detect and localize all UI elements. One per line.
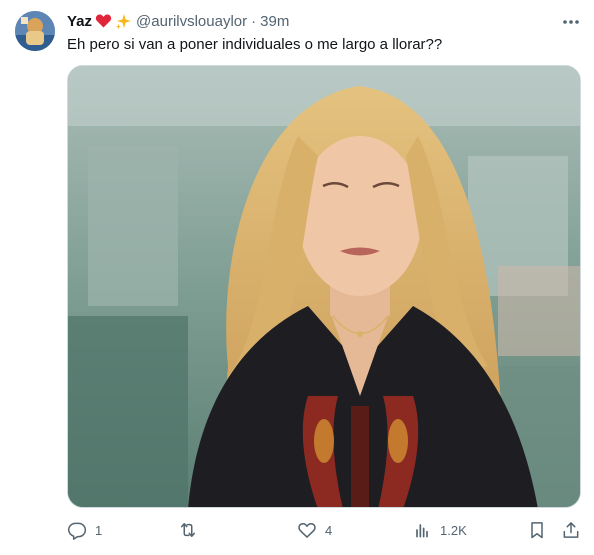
tweet-actions: 1 4 1.2K	[67, 517, 581, 543]
tweet-header: Yaz @aurilvslouaylor · 39m	[67, 11, 289, 31]
views-count: 1.2K	[440, 522, 467, 538]
more-icon	[563, 20, 579, 24]
timestamp[interactable]: 39m	[260, 13, 289, 30]
tweet-card: Yaz @aurilvslouaylor · 39m Eh pero si va…	[0, 0, 594, 555]
avatar-image	[15, 11, 55, 51]
tweet-media-photo[interactable]	[67, 65, 581, 508]
author-name[interactable]: Yaz	[67, 13, 92, 30]
tweet-text: Eh pero si van a poner individuales o me…	[67, 36, 443, 53]
more-options-button[interactable]	[559, 12, 583, 32]
bookmark-button[interactable]	[527, 517, 547, 543]
retweet-button[interactable]	[178, 517, 206, 543]
heart-icon	[298, 523, 316, 538]
red-heart-icon	[95, 13, 112, 29]
separator-dot: ·	[251, 12, 257, 30]
retweet-icon	[181, 523, 195, 537]
sparkles-icon	[115, 13, 132, 30]
reply-icon	[67, 522, 87, 540]
bookmark-icon	[531, 522, 543, 539]
reply-count: 1	[95, 522, 103, 538]
avatar[interactable]	[15, 11, 55, 51]
like-count: 4	[325, 522, 333, 538]
like-button[interactable]: 4	[297, 517, 332, 543]
share-button[interactable]	[561, 517, 581, 543]
share-icon	[563, 522, 579, 538]
analytics-icon	[416, 524, 428, 538]
author-handle[interactable]: @aurilvslouaylor	[136, 13, 247, 30]
photo-woman-crying	[68, 66, 580, 507]
views-button[interactable]: 1.2K	[412, 517, 467, 543]
reply-button[interactable]: 1	[67, 517, 102, 543]
